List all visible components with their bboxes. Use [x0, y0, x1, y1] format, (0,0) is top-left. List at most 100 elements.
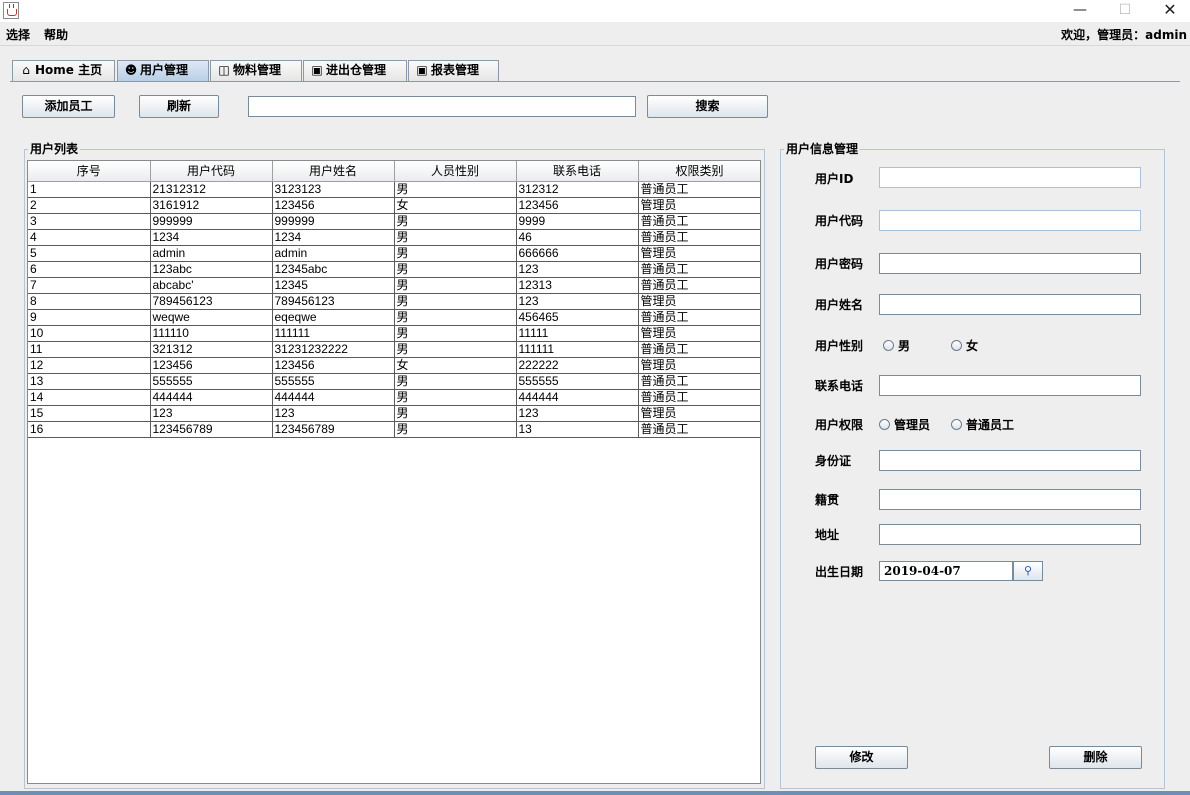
table-row[interactable]: 6 123abc 12345abc 男 123 普通员工: [28, 260, 760, 278]
cell-user-code: admin: [149, 244, 273, 262]
table-row[interactable]: 13 555555 555555 男 555555 普通员工: [28, 372, 760, 390]
tab-home-label: Home 主页: [35, 63, 103, 77]
cell-phone: 111111: [515, 340, 639, 358]
title-bar: — ☐ ✕: [0, 0, 1190, 22]
menu-select[interactable]: 选择: [6, 26, 30, 43]
role-admin-radio[interactable]: 管理员: [879, 416, 930, 433]
users-icon: ☻: [124, 63, 138, 77]
gender-male-radio[interactable]: 男: [883, 337, 910, 354]
table-row[interactable]: 8 789456123 789456123 男 123 管理员: [28, 292, 760, 310]
id-card-field[interactable]: [879, 450, 1141, 471]
column-header-user-name[interactable]: 用户姓名: [271, 161, 395, 182]
cell-user-name: 555555: [271, 372, 395, 390]
birth-date-field[interactable]: 2019-04-07: [879, 561, 1013, 581]
table-row[interactable]: 7 abcabc' 12345 男 12313 普通员工: [28, 276, 760, 294]
cell-gender: 男: [393, 260, 517, 278]
java-app-icon: [3, 2, 19, 19]
table-row[interactable]: 16 123456789 123456789 男 13 普通员工: [28, 420, 760, 438]
cell-gender: 男: [393, 420, 517, 438]
radio-circle-icon: [883, 340, 894, 351]
tab-report-management[interactable]: ▣ 报表管理: [408, 60, 499, 81]
cell-index: 7: [28, 276, 151, 294]
cell-role: 管理员: [637, 356, 760, 374]
cell-user-name: 123456: [271, 356, 395, 374]
cell-user-name: 12345: [271, 276, 395, 294]
search-button[interactable]: 搜索: [647, 95, 768, 118]
cell-phone: 222222: [515, 356, 639, 374]
search-input[interactable]: [248, 96, 636, 117]
table-row[interactable]: 3 999999 999999 男 9999 普通员工: [28, 212, 760, 230]
table-row[interactable]: 9 weqwe eqeqwe 男 456465 普通员工: [28, 308, 760, 326]
phone-field[interactable]: [879, 375, 1141, 396]
cell-role: 普通员工: [637, 420, 760, 438]
gender-female-radio[interactable]: 女: [951, 337, 978, 354]
add-employee-button[interactable]: 添加员工: [22, 95, 115, 118]
cell-user-name: 31231232222: [271, 340, 395, 358]
cell-index: 9: [28, 308, 151, 326]
column-header-phone[interactable]: 联系电话: [515, 161, 639, 182]
close-icon[interactable]: ✕: [1147, 0, 1190, 22]
cell-user-code: 21312312: [149, 180, 273, 198]
user-table[interactable]: 序号 用户代码 用户姓名 人员性别 联系电话 权限类别 1 21312312 312…: [27, 160, 761, 784]
window-bottom-border: [0, 791, 1190, 795]
table-row[interactable]: 10 111110 111111 男 11111 管理员: [28, 324, 760, 342]
role-admin-label: 管理员: [894, 418, 931, 432]
tab-home[interactable]: ⌂ Home 主页: [12, 60, 115, 81]
table-row[interactable]: 2 3161912 123456 女 123456 管理员: [28, 196, 760, 214]
cell-phone: 13: [515, 420, 639, 438]
cell-role: 普通员工: [637, 340, 760, 358]
table-row[interactable]: 14 444444 444444 男 444444 普通员工: [28, 388, 760, 406]
role-staff-label: 普通员工: [966, 418, 1015, 432]
table-row[interactable]: 15 123 123 男 123 管理员: [28, 404, 760, 422]
user-name-field[interactable]: [879, 294, 1141, 315]
maximize-icon[interactable]: ☐: [1102, 0, 1148, 22]
calendar-picker-icon[interactable]: ⚲: [1013, 561, 1043, 581]
table-row[interactable]: 11 321312 31231232222 男 111111 普通员工: [28, 340, 760, 358]
cell-user-name: 789456123: [271, 292, 395, 310]
cell-user-code: 123: [149, 404, 273, 422]
cell-user-name: 123456: [271, 196, 395, 214]
menu-help[interactable]: 帮助: [44, 26, 68, 43]
cell-role: 管理员: [637, 404, 760, 422]
minimize-icon[interactable]: —: [1057, 0, 1103, 22]
cell-phone: 123: [515, 292, 639, 310]
user-id-field[interactable]: [879, 167, 1141, 188]
cell-phone: 12313: [515, 276, 639, 294]
password-field[interactable]: [879, 253, 1141, 274]
native-place-field[interactable]: [879, 489, 1141, 510]
tab-user-management[interactable]: ☻ 用户管理: [117, 60, 209, 81]
edit-button[interactable]: 修改: [815, 746, 908, 769]
cell-role: 普通员工: [637, 260, 760, 278]
cell-role: 管理员: [637, 196, 760, 214]
cell-phone: 123: [515, 404, 639, 422]
cell-gender: 男: [393, 292, 517, 310]
role-staff-radio[interactable]: 普通员工: [951, 416, 1014, 433]
column-header-role[interactable]: 权限类别: [637, 161, 760, 182]
cell-index: 4: [28, 228, 151, 246]
cell-role: 普通员工: [637, 212, 760, 230]
user-code-field[interactable]: [879, 210, 1141, 231]
address-field[interactable]: [879, 524, 1141, 545]
column-header-index[interactable]: 序号: [28, 161, 151, 182]
refresh-button[interactable]: 刷新: [139, 95, 219, 118]
tab-material-management[interactable]: ◫ 物料管理: [210, 60, 302, 81]
cell-role: 普通员工: [637, 180, 760, 198]
table-row[interactable]: 5 admin admin 男 666666 管理员: [28, 244, 760, 262]
column-header-user-code[interactable]: 用户代码: [149, 161, 273, 182]
cell-index: 5: [28, 244, 151, 262]
column-header-gender[interactable]: 人员性别: [393, 161, 517, 182]
tab-warehouse-management[interactable]: ▣ 进出仓管理: [303, 60, 407, 81]
cell-phone: 444444: [515, 388, 639, 406]
cell-user-name: 444444: [271, 388, 395, 406]
cell-user-code: 321312: [149, 340, 273, 358]
table-row[interactable]: 4 1234 1234 男 46 普通员工: [28, 228, 760, 246]
cell-gender: 男: [393, 308, 517, 326]
delete-button[interactable]: 删除: [1049, 746, 1142, 769]
cell-index: 6: [28, 260, 151, 278]
cell-phone: 9999: [515, 212, 639, 230]
cell-gender: 男: [393, 212, 517, 230]
cell-user-code: 444444: [149, 388, 273, 406]
table-row[interactable]: 12 123456 123456 女 222222 管理员: [28, 356, 760, 374]
cell-user-name: 3123123: [271, 180, 395, 198]
table-row[interactable]: 1 21312312 3123123 男 312312 普通员工: [28, 180, 760, 198]
